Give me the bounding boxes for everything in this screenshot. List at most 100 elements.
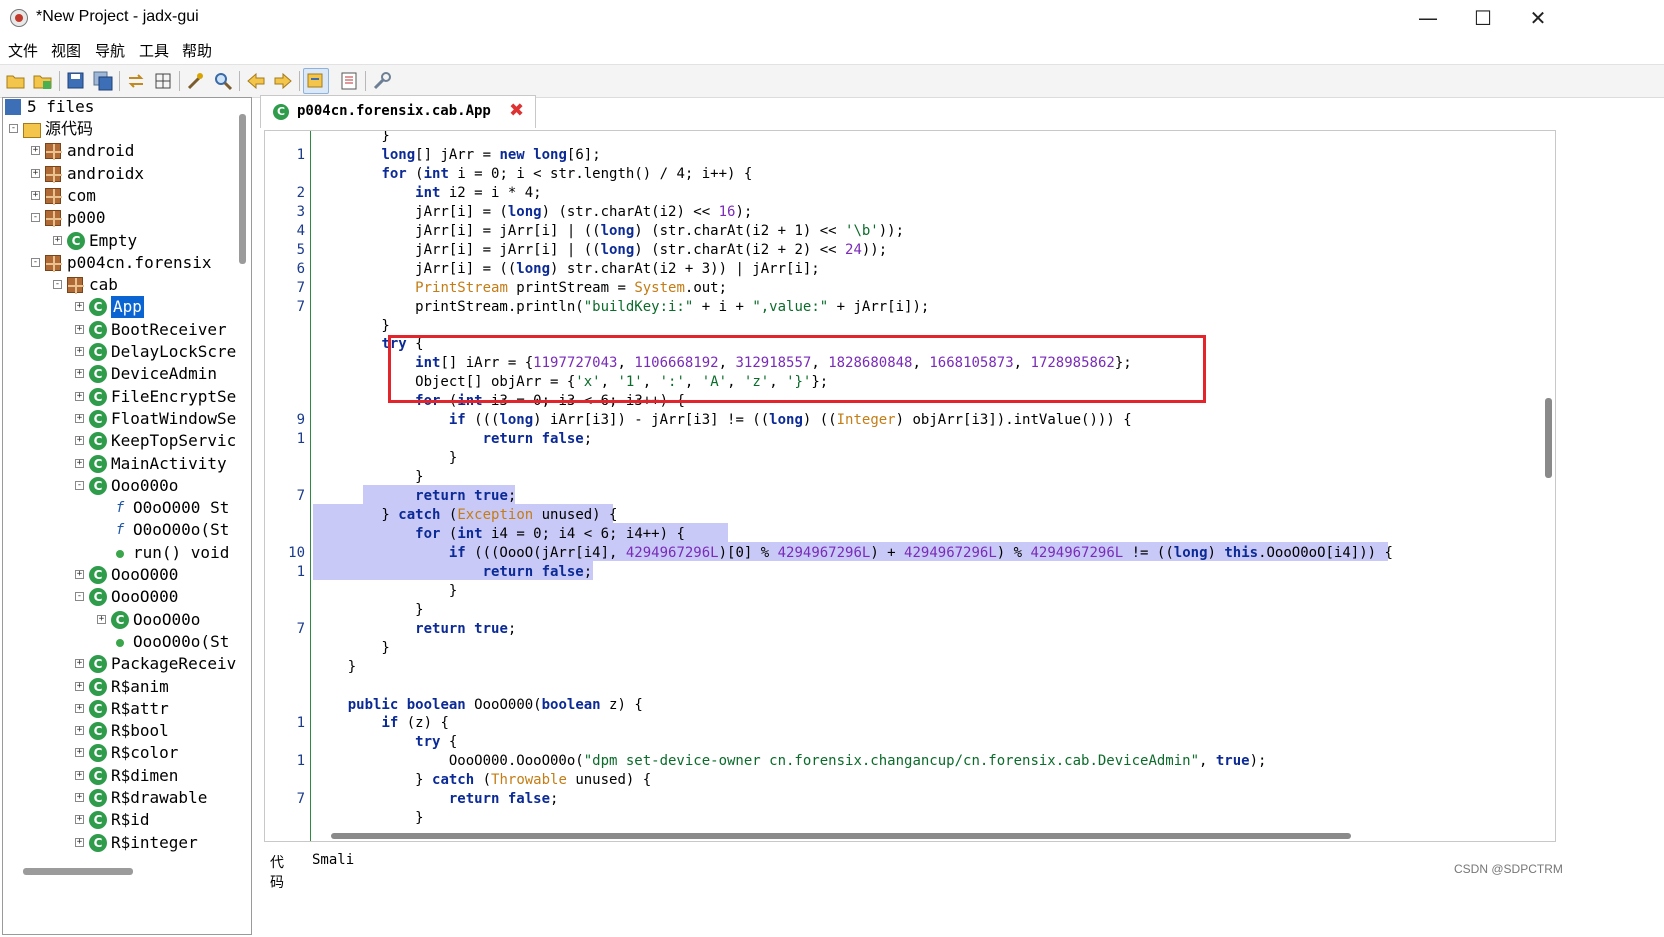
code-line[interactable]: for (int i = 0; i < str.length() / 4; i+…	[265, 165, 1555, 184]
editor-vertical-scrollbar[interactable]	[1545, 398, 1552, 478]
expand-icon[interactable]: +	[31, 146, 40, 156]
collapse-icon[interactable]: -	[75, 480, 84, 490]
code-line[interactable]: }	[265, 449, 1555, 468]
expand-icon[interactable]: +	[75, 837, 84, 847]
expand-icon[interactable]: +	[53, 235, 62, 245]
code-line[interactable]: 2 int i2 = i * 4;	[265, 184, 1555, 203]
code-line[interactable]: 7 printStream.println("buildKey:i:" + i …	[265, 298, 1555, 317]
tab-app-class[interactable]: C p004cn.forensix.cab.App ✖	[260, 95, 536, 128]
code-line[interactable]: } catch (Exception unused) {	[265, 506, 1555, 525]
field-icon: f	[115, 522, 125, 539]
code-line[interactable]: 5 jArr[i] = jArr[i] | ((long) (str.charA…	[265, 241, 1555, 260]
collapse-icon[interactable]: -	[53, 280, 62, 290]
code-line[interactable]: }	[265, 658, 1555, 677]
save-icon[interactable]	[65, 70, 87, 92]
tab-smali[interactable]: Smali	[312, 852, 354, 868]
menu-file[interactable]: 文件	[8, 40, 38, 61]
expand-icon[interactable]: +	[31, 168, 40, 178]
expand-icon[interactable]: +	[75, 659, 84, 669]
menu-tools[interactable]: 工具	[139, 40, 169, 61]
code-line[interactable]: 1 return false;	[265, 430, 1555, 449]
code-line[interactable]: 7 return true;	[265, 487, 1555, 506]
code-line[interactable]: 9 if (((long) iArr[i3]) - jArr[i3] != ((…	[265, 411, 1555, 430]
code-line[interactable]: 4 jArr[i] = jArr[i] | ((long) (str.charA…	[265, 222, 1555, 241]
forward-icon[interactable]	[272, 70, 294, 92]
tree-horizontal-scrollbar[interactable]	[23, 868, 133, 875]
flatten-icon[interactable]	[152, 70, 174, 92]
class-icon: C	[89, 343, 107, 361]
maximize-button[interactable]: ☐	[1455, 0, 1511, 36]
expand-icon[interactable]: +	[75, 770, 84, 780]
code-line[interactable]: }	[265, 582, 1555, 601]
expand-icon[interactable]: +	[97, 614, 106, 624]
menu-navigation[interactable]: 导航	[95, 40, 125, 61]
open-folder-icon[interactable]	[5, 70, 27, 92]
add-files-icon[interactable]	[32, 70, 54, 92]
expand-icon[interactable]: +	[75, 458, 84, 468]
back-icon[interactable]	[245, 70, 267, 92]
code-line[interactable]: 1 OooO000.OooO00o("dpm set-device-owner …	[265, 752, 1555, 771]
code-line[interactable]: } catch (Throwable unused) {	[265, 771, 1555, 790]
expand-icon[interactable]: +	[75, 391, 84, 401]
code-line[interactable]: }	[265, 639, 1555, 658]
code-line[interactable]	[265, 677, 1555, 696]
expand-icon[interactable]: +	[75, 815, 84, 825]
preferences-icon[interactable]	[371, 70, 393, 92]
code-line[interactable]: 1 long[] jArr = new long[6];	[265, 146, 1555, 165]
expand-icon[interactable]: +	[75, 726, 84, 736]
class-icon: C	[89, 811, 107, 830]
expand-icon[interactable]: +	[75, 748, 84, 758]
expand-icon[interactable]: +	[75, 369, 84, 379]
tab-close-icon[interactable]: ✖	[509, 100, 524, 121]
code-text: jArr[i] = (long) (str.charAt(i2) << 16);	[314, 203, 753, 220]
deobfuscation-icon[interactable]	[303, 68, 329, 94]
code-line[interactable]: }	[265, 317, 1555, 336]
collapse-icon[interactable]: -	[31, 213, 40, 223]
code-line[interactable]: 7 return true;	[265, 620, 1555, 639]
expand-icon[interactable]: +	[75, 793, 84, 802]
close-button[interactable]: ✕	[1510, 0, 1566, 36]
expand-icon[interactable]: +	[75, 347, 84, 356]
expand-icon[interactable]: +	[75, 570, 84, 579]
code-line[interactable]: 3 jArr[i] = (long) (str.charAt(i2) << 16…	[265, 203, 1555, 222]
menu-view[interactable]: 视图	[51, 40, 81, 61]
collapse-icon[interactable]: -	[31, 257, 40, 267]
code-line[interactable]: 10 if (((OooO(jArr[i4], 4294967296L)[0] …	[265, 544, 1555, 563]
code-line[interactable]: }	[265, 468, 1555, 487]
code-line[interactable]: }	[265, 601, 1555, 620]
log-icon[interactable]	[338, 70, 360, 92]
tree-item-label: Ooo000o	[111, 475, 179, 495]
search-icon[interactable]	[212, 70, 234, 92]
expand-icon[interactable]: +	[75, 324, 84, 334]
tab-code[interactable]: 代码	[270, 852, 284, 892]
expand-icon[interactable]: +	[75, 681, 84, 691]
code-line[interactable]: for (int i4 = 0; i4 < 6; i4++) {	[265, 525, 1555, 544]
expand-icon[interactable]: +	[75, 703, 84, 713]
code-line[interactable]: public boolean OooO000(boolean z) {	[265, 696, 1555, 715]
tree-vertical-scrollbar[interactable]	[239, 114, 246, 264]
expand-icon[interactable]: +	[75, 413, 84, 423]
code-line[interactable]: 1 return false;	[265, 563, 1555, 582]
code-line[interactable]: 6 jArr[i] = ((long) str.charAt(i2 + 3)) …	[265, 260, 1555, 279]
collapse-icon[interactable]: -	[9, 124, 18, 133]
expand-icon[interactable]: +	[31, 190, 40, 200]
code-line[interactable]: 7 return false;	[265, 790, 1555, 809]
expand-icon[interactable]: +	[75, 436, 84, 446]
code-line[interactable]: try {	[265, 733, 1555, 752]
code-line[interactable]: 1 if (z) {	[265, 714, 1555, 733]
expand-icon[interactable]: +	[75, 302, 84, 312]
sync-icon[interactable]	[125, 70, 147, 92]
code-line[interactable]: }	[265, 131, 1555, 146]
save-all-icon[interactable]	[92, 70, 114, 92]
code-text: }	[314, 639, 390, 656]
menu-help[interactable]: 帮助	[182, 40, 212, 61]
collapse-icon[interactable]: -	[75, 592, 84, 602]
editor-horizontal-scrollbar[interactable]	[331, 833, 1351, 839]
code-editor[interactable]: } 1 long[] jArr = new long[6]; for (int i…	[264, 130, 1556, 842]
decompile-icon[interactable]	[185, 70, 207, 92]
project-tree[interactable]: 5 files - 源代码 + android + androidx + com - p000 + C…	[2, 97, 252, 935]
minimize-button[interactable]: —	[1400, 0, 1456, 36]
class-icon: C	[89, 365, 107, 384]
code-line[interactable]: 7 PrintStream printStream = System.out;	[265, 279, 1555, 298]
code-line[interactable]: }	[265, 809, 1555, 828]
